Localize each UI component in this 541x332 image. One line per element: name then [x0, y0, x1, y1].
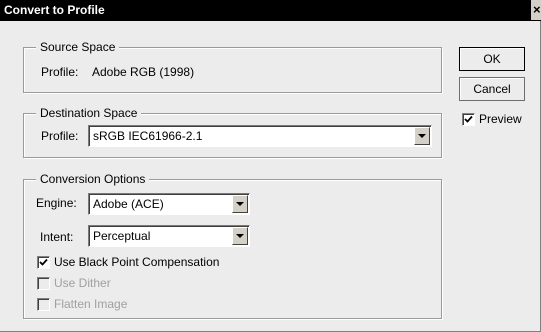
destination-profile-select[interactable]: sRGB IEC61966-2.1	[88, 125, 432, 147]
ok-button[interactable]: OK	[459, 47, 525, 71]
convert-to-profile-dialog: Convert to Profile × Source Space Profil…	[0, 0, 541, 332]
chevron-down-icon	[418, 134, 426, 138]
engine-label: Engine:	[36, 196, 77, 210]
preview-label[interactable]: Preview	[479, 112, 522, 126]
destination-space-legend: Destination Space	[36, 106, 142, 120]
chevron-down-icon	[236, 202, 244, 206]
engine-dropdown-button[interactable]	[232, 195, 248, 213]
close-icon[interactable]: ×	[531, 0, 541, 20]
conversion-options-legend: Conversion Options	[36, 172, 150, 186]
source-profile-label: Profile:	[41, 65, 79, 79]
chevron-down-icon	[236, 234, 244, 238]
destination-profile-label: Profile:	[41, 129, 79, 143]
use-dither-label: Use Dither	[54, 276, 111, 290]
preview-checkbox[interactable]	[462, 113, 475, 126]
intent-select[interactable]: Perceptual	[88, 225, 250, 247]
destination-profile-dropdown-button[interactable]	[414, 127, 430, 145]
black-point-compensation-checkbox[interactable]	[37, 256, 50, 269]
flatten-image-label: Flatten Image	[54, 297, 128, 311]
intent-dropdown-button[interactable]	[232, 227, 248, 245]
use-dither-checkbox	[37, 277, 50, 290]
source-space-group: Source Space	[23, 40, 442, 93]
checkmark-icon	[39, 258, 48, 266]
black-point-compensation-label[interactable]: Use Black Point Compensation	[54, 255, 219, 269]
title-bar[interactable]: Convert to Profile ×	[0, 0, 541, 21]
engine-value: Adobe (ACE)	[93, 197, 164, 211]
destination-profile-value: sRGB IEC61966-2.1	[93, 129, 203, 143]
source-space-legend: Source Space	[36, 40, 120, 54]
intent-value: Perceptual	[93, 229, 151, 243]
cancel-button[interactable]: Cancel	[459, 77, 525, 101]
checkmark-icon	[464, 115, 473, 123]
dialog-title: Convert to Profile	[4, 3, 105, 17]
source-profile-value: Adobe RGB (1998)	[92, 65, 195, 79]
flatten-image-checkbox	[37, 298, 50, 311]
intent-label: Intent:	[40, 230, 74, 244]
engine-select[interactable]: Adobe (ACE)	[88, 193, 250, 215]
